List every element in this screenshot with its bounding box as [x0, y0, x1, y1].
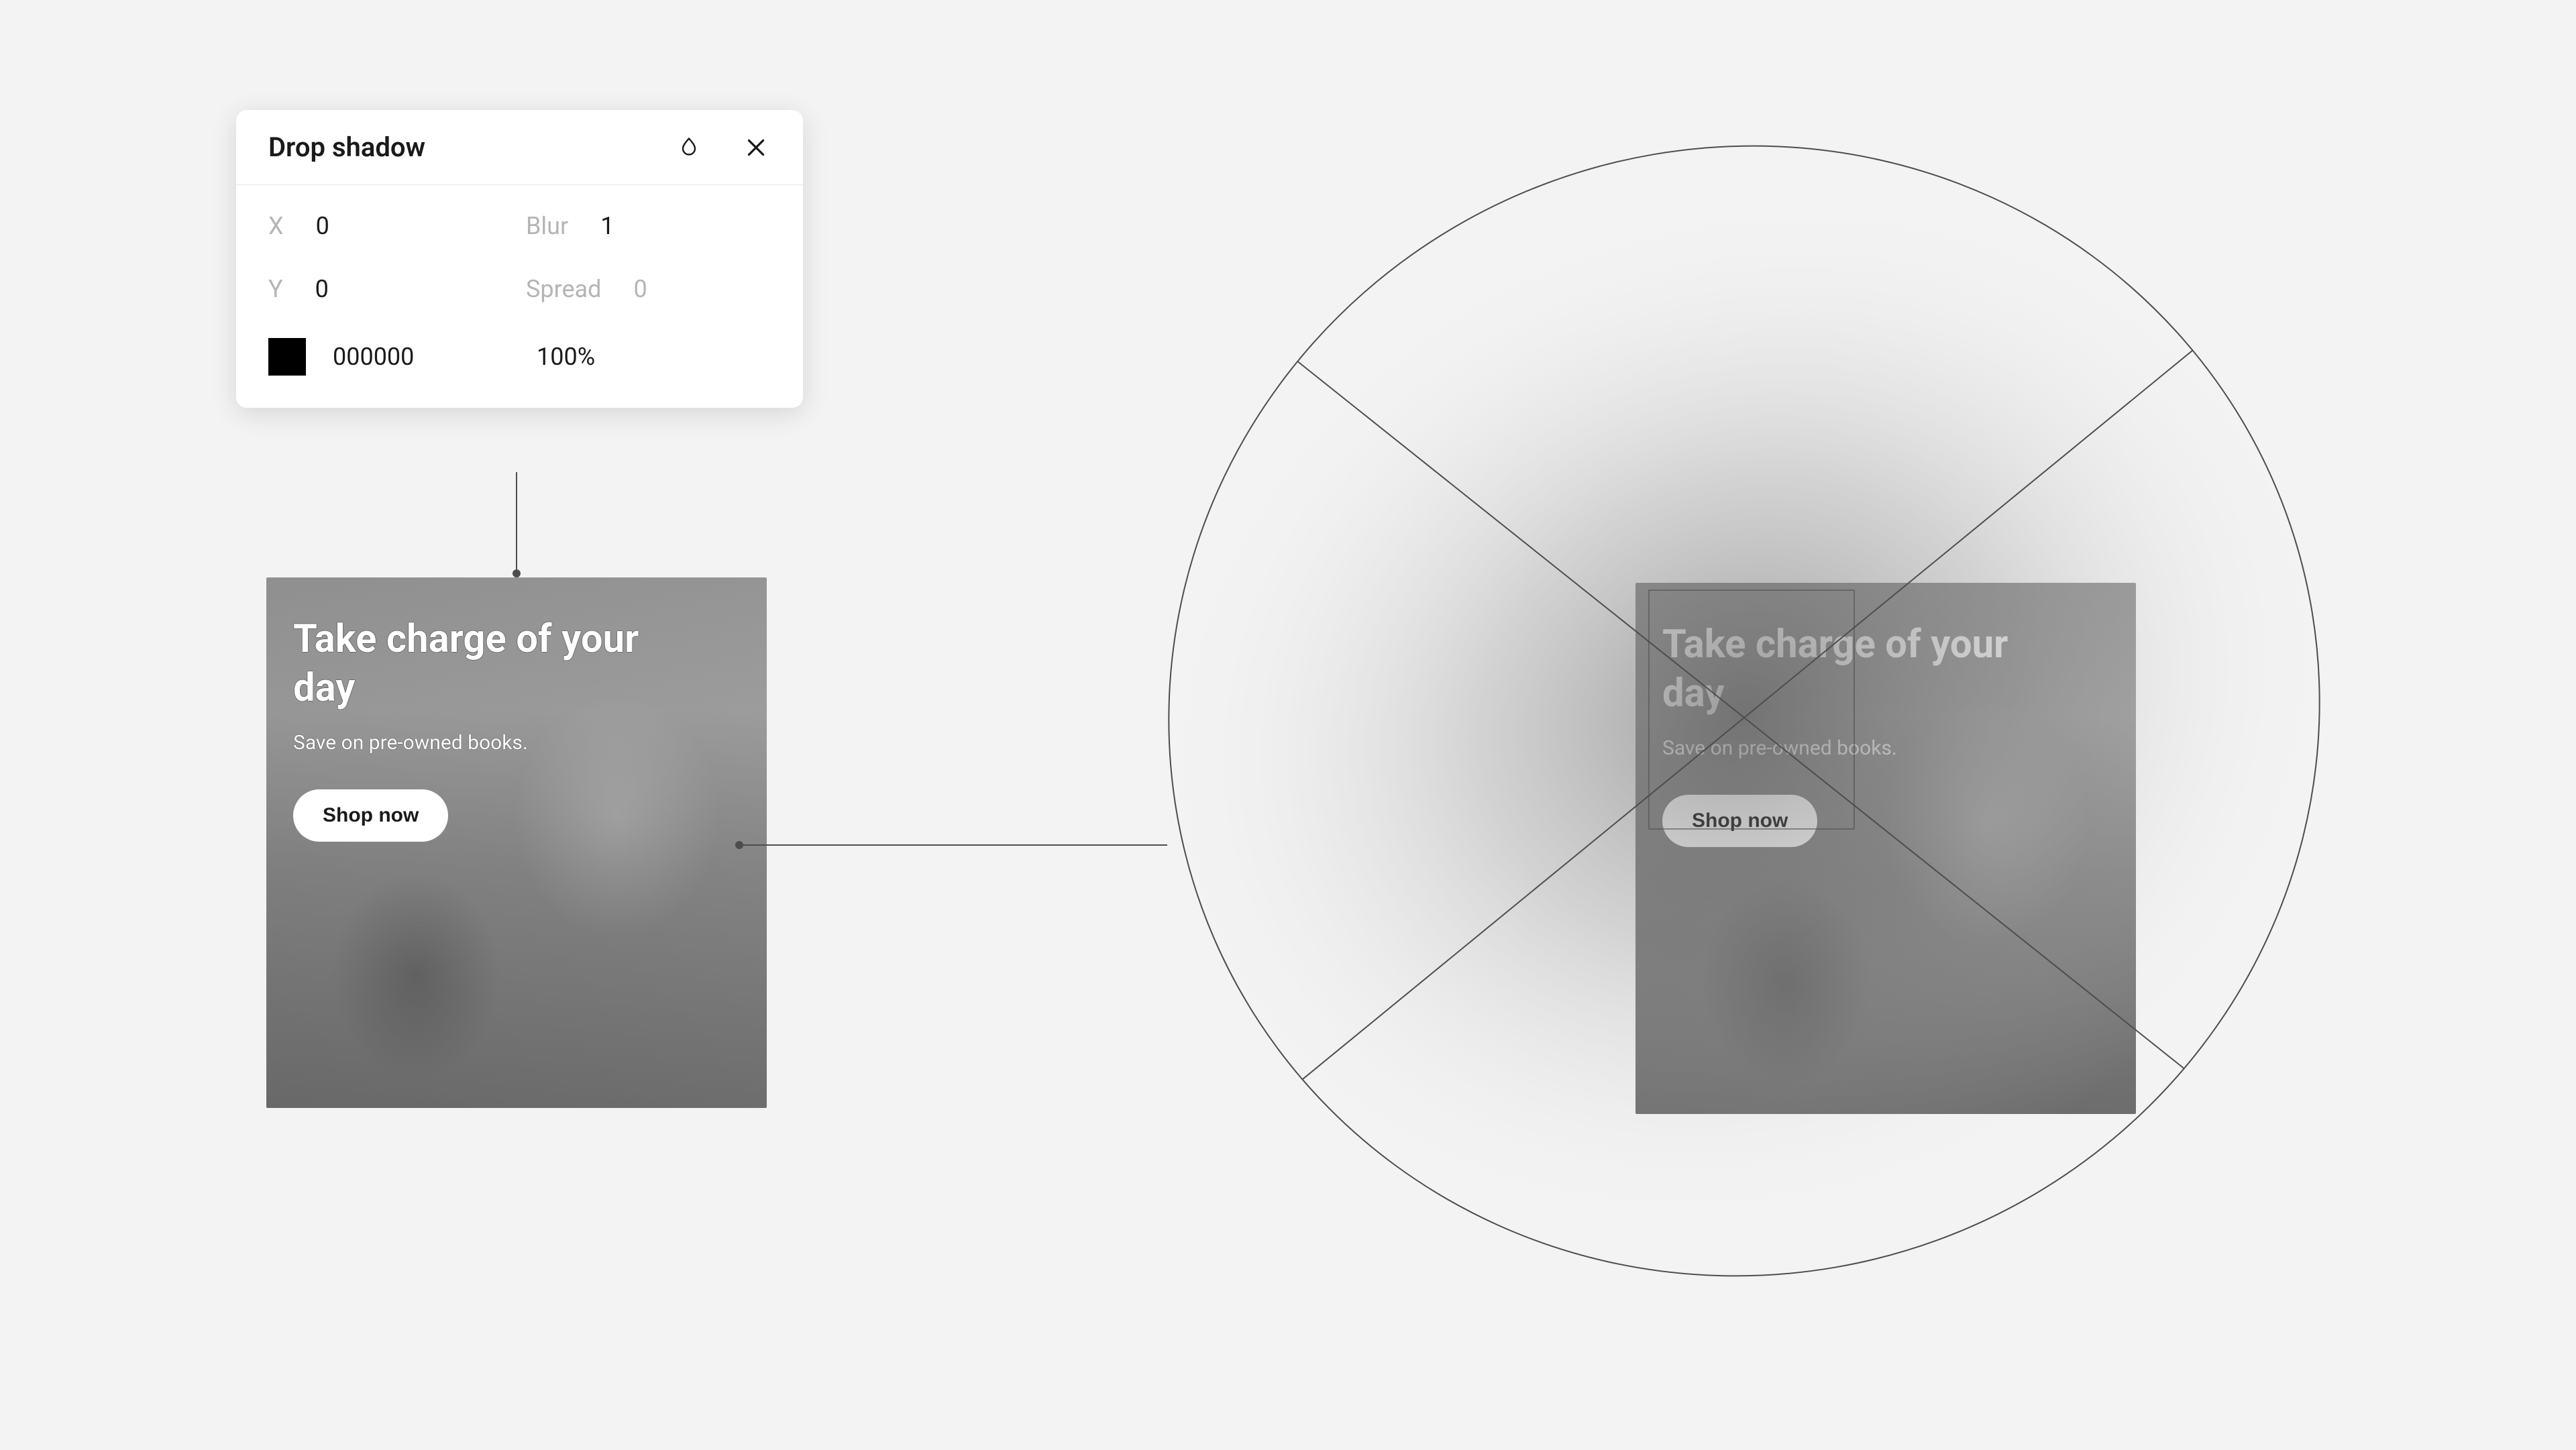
card-title-right: Take charge of your day	[1662, 620, 2011, 718]
value-blur: 1	[600, 212, 614, 240]
card-sub-right: Save on pre-owned books.	[1662, 736, 2109, 760]
field-color[interactable]: 000000 100%	[268, 338, 771, 376]
label-blur: Blur	[526, 212, 568, 240]
card-inner: Take charge of your day Save on pre-owne…	[1635, 583, 2136, 1114]
panel-title: Drop shadow	[268, 131, 425, 163]
label-x: X	[268, 212, 284, 240]
color-hex: 000000	[333, 343, 510, 371]
label-y: Y	[268, 275, 283, 303]
panel-body: X 0 Blur 1 Y 0 Spread 0	[236, 185, 803, 408]
field-blur[interactable]: Blur 1	[526, 212, 767, 240]
value-y: 0	[315, 275, 329, 303]
label-spread: Spread	[526, 275, 601, 303]
shop-now-button-right[interactable]: Shop now	[1662, 795, 1817, 847]
card-preview-left: Take charge of your day Save on pre-owne…	[266, 577, 767, 1108]
color-opacity: 100%	[537, 343, 595, 371]
card-title-left: Take charge of your day	[293, 615, 642, 712]
card-sub-left: Save on pre-owned books.	[293, 731, 740, 755]
panel-header: Drop shadow	[236, 110, 803, 185]
shop-now-button-left[interactable]: Shop now	[293, 789, 448, 842]
drop-shadow-panel: Drop shadow X 0	[236, 110, 803, 408]
card-inner: Take charge of your day Save on pre-owne…	[266, 577, 767, 1108]
field-x[interactable]: X 0	[268, 212, 483, 240]
canvas: Drop shadow X 0	[0, 0, 2576, 1447]
color-swatch[interactable]	[268, 338, 306, 376]
card-preview-right: Take charge of your day Save on pre-owne…	[1635, 583, 2136, 1114]
field-spread[interactable]: Spread 0	[526, 275, 767, 303]
panel-header-actions	[674, 133, 771, 162]
row-y-spread: Y 0 Spread 0	[268, 275, 771, 303]
row-xy-blur: X 0 Blur 1	[268, 212, 771, 240]
close-icon[interactable]	[741, 133, 771, 162]
blend-mode-icon[interactable]	[674, 133, 704, 162]
value-x: 0	[316, 212, 329, 240]
value-spread: 0	[633, 275, 647, 303]
field-y[interactable]: Y 0	[268, 275, 483, 303]
